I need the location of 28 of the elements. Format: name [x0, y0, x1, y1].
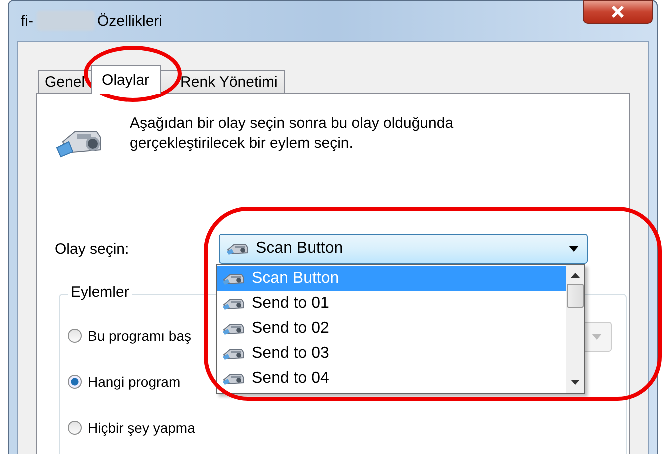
radio-button[interactable]: [68, 329, 82, 343]
window-title: Özellikleri: [98, 12, 163, 30]
down-arrow-icon: [570, 380, 580, 385]
group-title: Eylemler: [68, 284, 132, 301]
window-title: fi-: [21, 12, 34, 30]
caret-icon: [569, 246, 579, 252]
dropdown-item[interactable]: Send to 02: [217, 316, 566, 341]
tab[interactable]: Genel: [38, 70, 92, 93]
event-dropdown[interactable]: Scan Button: [219, 234, 588, 264]
radio-label: Hangi program: [88, 374, 181, 390]
tab[interactable]: Renk Yönetimi: [160, 70, 285, 93]
description-text: Aşağıdan bir olay seçin sonra bu olay olduğunda gerçekleştirilecek bir eylem seçin.: [130, 114, 454, 154]
program-dropdown[interactable]: [582, 322, 612, 352]
up-arrow-icon: [570, 273, 580, 278]
caret-icon: [592, 334, 602, 340]
dropdown-item[interactable]: Send to 04: [217, 366, 566, 391]
scrollbar[interactable]: [566, 265, 584, 393]
radio-button[interactable]: [68, 421, 82, 435]
dropdown-item[interactable]: Send to 01: [217, 291, 566, 316]
event-label: Olay seçin:: [55, 240, 130, 258]
dropdown-item[interactable]: Send to 03: [217, 341, 566, 366]
radio-button[interactable]: [68, 375, 82, 389]
scroll-thumb[interactable]: [566, 284, 584, 308]
radio-label: Bu programı baş: [88, 328, 192, 344]
close-icon: [611, 6, 625, 18]
radio-label: Hiçbir şey yapma: [88, 420, 196, 436]
tab[interactable]: Olaylar: [91, 65, 161, 94]
close-button[interactable]: [583, 0, 653, 24]
